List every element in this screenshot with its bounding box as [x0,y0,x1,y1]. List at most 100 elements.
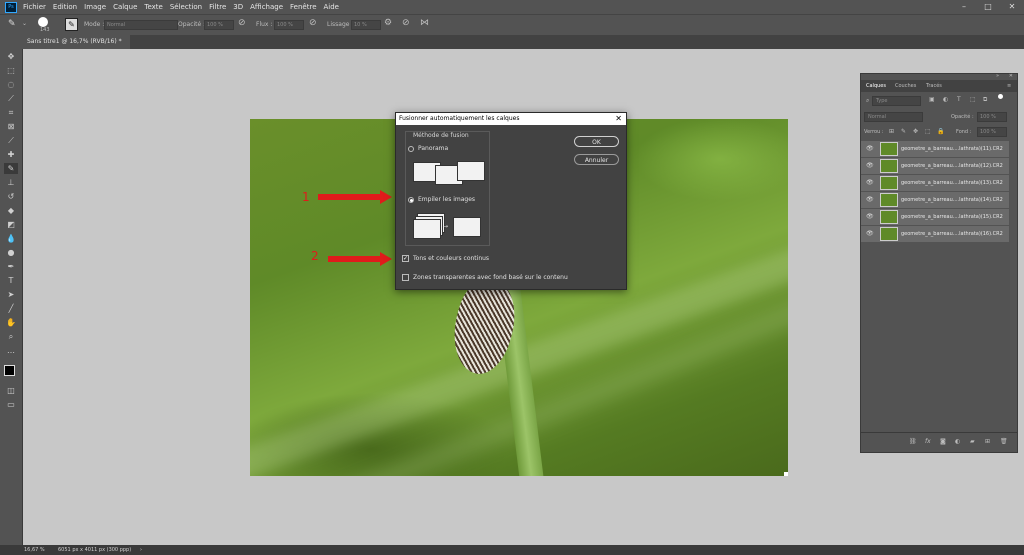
opacity-field[interactable]: 100 % [977,112,1007,122]
layer-name[interactable]: geometre_a_barreau....lathrata)(16).CR2 [901,231,1003,237]
document-tab[interactable]: Sans titre1 @ 16,7% (RVB/16) * × [22,35,130,59]
pressure-opacity-icon[interactable]: ⊘ [238,18,246,28]
tab-traces[interactable]: Tracés [926,83,942,89]
layer-name[interactable]: geometre_a_barreau....lathrata)(14).CR2 [901,197,1003,203]
layer-row[interactable]: 👁 geometre_a_barreau....lathrata)(15).CR… [861,209,1009,226]
gradient-tool-icon[interactable]: ◩ [4,219,18,230]
shape-tool-icon[interactable]: ╱ [4,303,18,314]
folder-icon[interactable]: ▰ [970,438,975,445]
eraser-tool-icon[interactable]: ◆ [4,205,18,216]
history-brush-tool-icon[interactable]: ↺ [4,191,18,202]
brush-tool-icon[interactable]: ✎ [4,163,18,174]
filter-kind-icon[interactable]: ⌕ [866,97,869,105]
lock-transparency-icon[interactable]: ⊞ [889,128,894,135]
menu-fenetre[interactable]: Fenêtre [290,3,316,11]
tones-colors-option[interactable]: ✓ Tons et couleurs continus [402,255,489,262]
stack-images-radio[interactable] [408,196,414,203]
path-select-tool-icon[interactable]: ➤ [4,289,18,300]
gear-icon[interactable]: ⚙ [384,18,392,28]
quick-select-tool-icon[interactable]: ⟋ [4,93,18,104]
menu-3d[interactable]: 3D [233,3,243,11]
filter-adjustment-icon[interactable]: ◐ [943,96,948,103]
close-icon[interactable]: ✕ [1009,73,1013,79]
menu-texte[interactable]: Texte [144,3,162,11]
panel-menu-icon[interactable]: ≡ [1007,83,1011,89]
brush-settings-icon[interactable]: ✎ [65,18,78,31]
layer-row[interactable]: 👁 geometre_a_barreau....lathrata)(13).CR… [861,175,1009,192]
tab-calques[interactable]: Calques [866,83,886,89]
mask-icon[interactable]: ◙ [940,438,946,445]
quick-mask-icon[interactable]: ◫ [4,385,18,396]
layer-name[interactable]: geometre_a_barreau....lathrata)(12).CR2 [901,163,1003,169]
filter-pixel-icon[interactable]: ▣ [929,96,935,103]
airbrush-icon[interactable]: ⊘ [309,18,317,28]
blur-tool-icon[interactable]: 💧 [4,233,18,244]
zoom-tool-icon[interactable]: ⌕ [4,331,18,342]
lock-artboard-icon[interactable]: ⬚ [925,128,931,135]
panorama-option[interactable]: Panorama [408,145,448,152]
eye-icon[interactable]: 👁 [866,213,874,220]
brush-tool-icon[interactable]: ✎ [8,19,16,29]
blend-mode-select[interactable]: Normal [864,112,923,122]
type-tool-icon[interactable]: T [4,275,18,286]
stamp-tool-icon[interactable]: ⊥ [4,177,18,188]
eye-icon[interactable]: 👁 [866,196,874,203]
layer-row[interactable]: 👁 geometre_a_barreau....lathrata)(14).CR… [861,192,1009,209]
new-layer-icon[interactable]: ⊞ [985,438,990,445]
layer-row[interactable]: 👁 geometre_a_barreau....lathrata)(12).CR… [861,158,1009,175]
menu-selection[interactable]: Sélection [170,3,202,11]
opacity-field[interactable]: 100 % [204,20,234,30]
fill-field[interactable]: 100 % [977,127,1007,137]
link-icon[interactable]: ⛓ [909,438,917,445]
trash-icon[interactable]: 🗑 [1000,438,1008,445]
ok-button[interactable]: OK [574,136,619,147]
tab-couches[interactable]: Couches [895,83,916,89]
layer-name[interactable]: geometre_a_barreau....lathrata)(11).CR2 [901,146,1003,152]
zoom-level[interactable]: 16,67 % [24,545,45,555]
canvas-resize-handle[interactable] [784,472,788,476]
filter-smart-icon[interactable]: ⧉ [983,96,987,104]
eye-icon[interactable]: 👁 [866,145,874,152]
minimize-button[interactable]: – [952,0,976,14]
layer-name[interactable]: geometre_a_barreau....lathrata)(15).CR2 [901,214,1003,220]
hand-tool-icon[interactable]: ✋ [4,317,18,328]
more-tools-icon[interactable]: … [4,345,18,356]
layer-name[interactable]: geometre_a_barreau....lathrata)(13).CR2 [901,180,1003,186]
transparent-areas-checkbox[interactable] [402,274,409,281]
pen-tool-icon[interactable]: ✒ [4,261,18,272]
symmetry-icon[interactable]: ⋈ [420,18,429,28]
healing-tool-icon[interactable]: ✚ [4,149,18,160]
menu-filtre[interactable]: Filtre [209,3,226,11]
cancel-button[interactable]: Annuler [574,154,619,165]
dialog-close-button[interactable]: ✕ [615,113,622,125]
stack-images-option[interactable]: Empiler les images [408,196,475,203]
brush-preset-icon[interactable] [38,17,48,27]
smoothing-field[interactable]: 10 % [351,20,381,30]
fx-icon[interactable]: fx [925,438,931,445]
pressure-size-icon[interactable]: ⊘ [402,18,410,28]
menu-aide[interactable]: Aide [324,3,339,11]
mode-select[interactable]: Normal [104,20,178,30]
adjustment-icon[interactable]: ◐ [955,438,960,445]
lock-position-icon[interactable]: ✥ [913,128,918,135]
marquee-tool-icon[interactable]: ⬚ [4,65,18,76]
transparent-areas-option[interactable]: Zones transparentes avec fond basé sur l… [402,274,568,281]
lock-pixels-icon[interactable]: ✎ [901,128,906,135]
filter-shape-icon[interactable]: ⬚ [970,96,976,103]
chevron-down-icon[interactable]: ⌄ [22,20,27,27]
dodge-tool-icon[interactable]: ● [4,247,18,258]
move-tool-icon[interactable]: ✥ [4,51,18,62]
menu-image[interactable]: Image [84,3,106,11]
menu-edition[interactable]: Edition [53,3,77,11]
eye-icon[interactable]: 👁 [866,162,874,169]
eye-icon[interactable]: 👁 [866,230,874,237]
layer-row[interactable]: 👁 geometre_a_barreau....lathrata)(16).CR… [861,226,1009,243]
filter-toggle-icon[interactable] [998,94,1003,99]
menu-affichage[interactable]: Affichage [250,3,283,11]
layer-row[interactable]: 👁 geometre_a_barreau....lathrata)(11).CR… [861,141,1009,158]
filter-type-icon[interactable]: T [957,96,961,103]
status-menu-arrow-icon[interactable]: › [140,545,142,555]
lasso-tool-icon[interactable]: ◌ [4,79,18,90]
close-window-button[interactable]: ✕ [1000,0,1024,14]
menu-fichier[interactable]: Fichier [23,3,46,11]
